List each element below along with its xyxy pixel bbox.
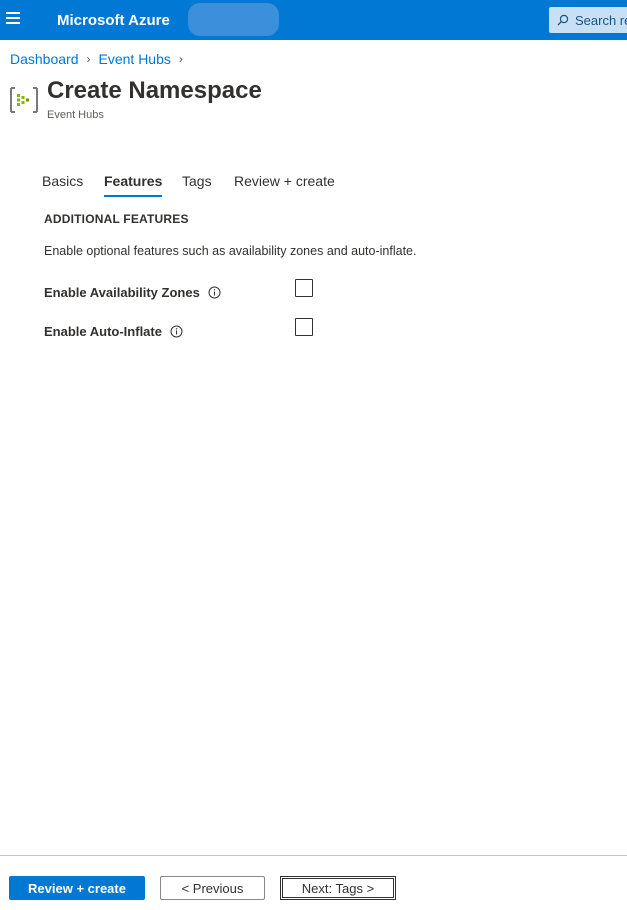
- info-icon[interactable]: [208, 286, 221, 299]
- search-input[interactable]: Search re: [549, 7, 627, 33]
- search-icon: [557, 14, 569, 26]
- breadcrumb-dashboard[interactable]: Dashboard: [10, 51, 79, 67]
- directory-pill: [188, 3, 279, 36]
- menu-icon[interactable]: [6, 12, 20, 28]
- availability-zones-checkbox[interactable]: [295, 279, 313, 297]
- top-bar: Microsoft Azure Search re: [0, 0, 627, 40]
- tab-features[interactable]: Features: [104, 173, 163, 197]
- breadcrumb-event-hubs[interactable]: Event Hubs: [99, 51, 171, 67]
- auto-inflate-row: Enable Auto-Inflate: [44, 321, 183, 341]
- availability-zones-row: Enable Availability Zones: [44, 282, 221, 302]
- info-icon[interactable]: [170, 325, 183, 338]
- chevron-right-icon: ›: [178, 52, 183, 66]
- previous-button[interactable]: < Previous: [160, 876, 265, 900]
- review-create-button[interactable]: Review + create: [9, 876, 145, 900]
- brand-title[interactable]: Microsoft Azure: [57, 12, 170, 29]
- page-title: Create Namespace: [47, 77, 262, 104]
- auto-inflate-label: Enable Auto-Inflate: [44, 323, 162, 339]
- event-hubs-icon: [10, 87, 38, 113]
- breadcrumb: Dashboard › Event Hubs ›: [10, 51, 191, 67]
- tab-review-create[interactable]: Review + create: [234, 173, 335, 189]
- section-heading: ADDITIONAL FEATURES: [44, 212, 189, 226]
- next-tags-button[interactable]: Next: Tags >: [280, 876, 396, 900]
- tab-basics[interactable]: Basics: [42, 173, 83, 189]
- chevron-right-icon: ›: [86, 52, 91, 66]
- footer-divider: [0, 855, 627, 856]
- section-description: Enable optional features such as availab…: [44, 244, 417, 258]
- tab-tags[interactable]: Tags: [182, 173, 212, 189]
- search-placeholder: Search re: [575, 12, 627, 28]
- page-subtitle: Event Hubs: [47, 109, 104, 121]
- availability-zones-label: Enable Availability Zones: [44, 284, 200, 300]
- auto-inflate-checkbox[interactable]: [295, 318, 313, 336]
